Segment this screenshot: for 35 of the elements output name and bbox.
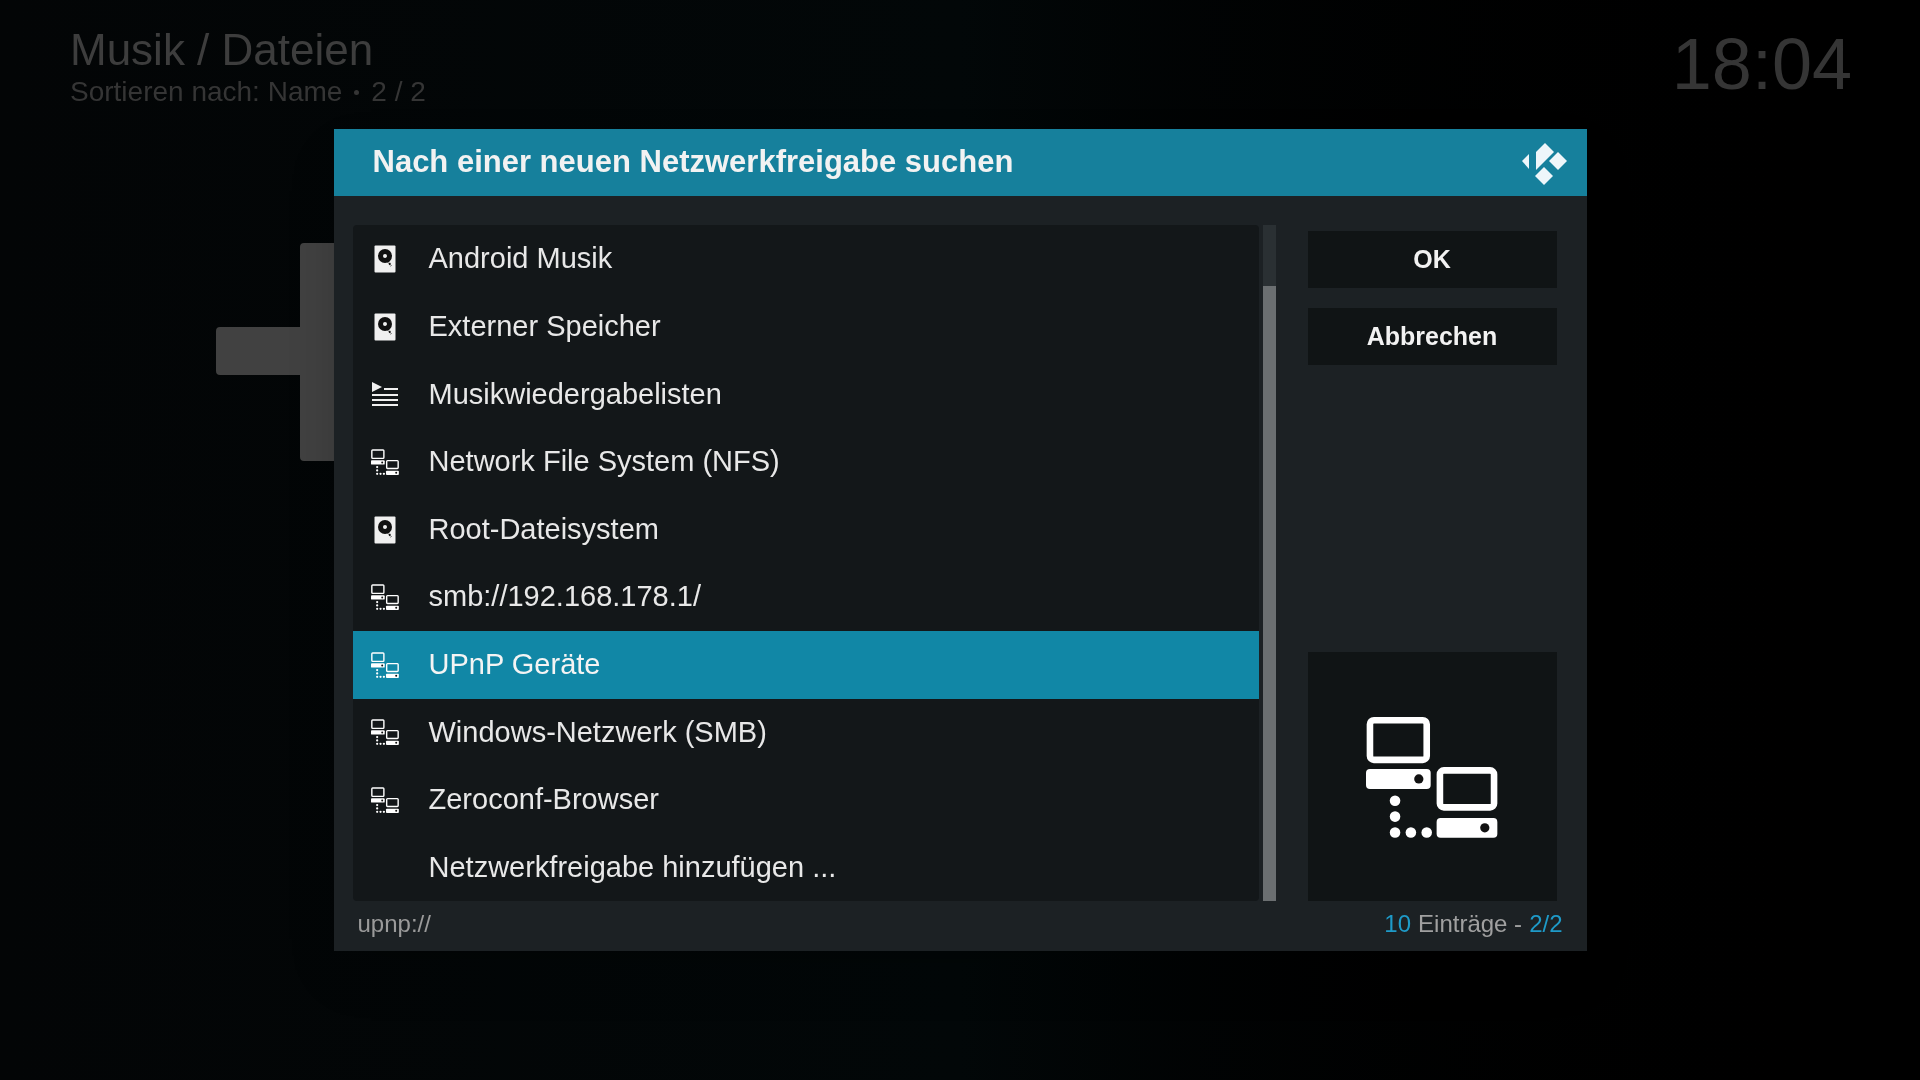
dialog-button[interactable]: Abbrechen <box>1307 308 1557 366</box>
network-icon <box>370 449 399 475</box>
list-item[interactable]: Network File System (NFS) <box>352 428 1259 496</box>
item-label: smb://192.168.178.1/ <box>428 579 701 615</box>
item-label: Zeroconf-Browser <box>428 782 659 818</box>
item-label: Externer Speicher <box>428 309 661 345</box>
network-icon <box>370 584 399 611</box>
item-label: Netzwerkfreigabe hinzufügen ... <box>428 849 837 885</box>
path-label: upnp:// <box>357 909 431 940</box>
list-item[interactable]: Android Musik <box>352 225 1259 293</box>
network-icon <box>370 719 399 746</box>
page-count: 2/2 <box>1529 909 1563 940</box>
list-item[interactable]: Zeroconf-Browser <box>352 766 1259 834</box>
dialog-title: Nach einer neuen Netzwerkfreigabe suchen <box>372 143 1014 182</box>
network-icon <box>1366 715 1498 838</box>
list-item[interactable]: Externer Speicher <box>352 293 1259 361</box>
list-item[interactable]: Windows-Netzwerk (SMB) <box>352 698 1259 767</box>
item-label: Android Musik <box>428 241 613 277</box>
item-label: UPnP Geräte <box>428 647 601 682</box>
network-icon <box>370 786 399 813</box>
list-item[interactable]: Root-Dateisystem <box>352 495 1259 564</box>
list-item[interactable]: Musikwiedergabelisten <box>352 360 1259 429</box>
playlist-icon <box>371 382 398 407</box>
list-item[interactable]: Netzwerkfreigabe hinzufügen ... <box>352 833 1259 902</box>
item-label: Windows-Netzwerk (SMB) <box>428 714 767 750</box>
page-title: Musik / Dateien <box>70 24 375 76</box>
dialog-button[interactable]: OK <box>1307 231 1557 289</box>
item-label: Root-Dateisystem <box>428 511 659 547</box>
network-icon <box>370 651 399 678</box>
item-label: Musikwiedergabelisten <box>428 376 722 412</box>
list-item[interactable]: smb://192.168.178.1/ <box>352 563 1259 631</box>
list-item[interactable]: UPnP Geräte <box>352 630 1259 699</box>
item-label: Network File System (NFS) <box>428 444 780 480</box>
item-count: 10 <box>1384 909 1412 940</box>
item-count-label: Einträge - <box>1418 909 1523 940</box>
